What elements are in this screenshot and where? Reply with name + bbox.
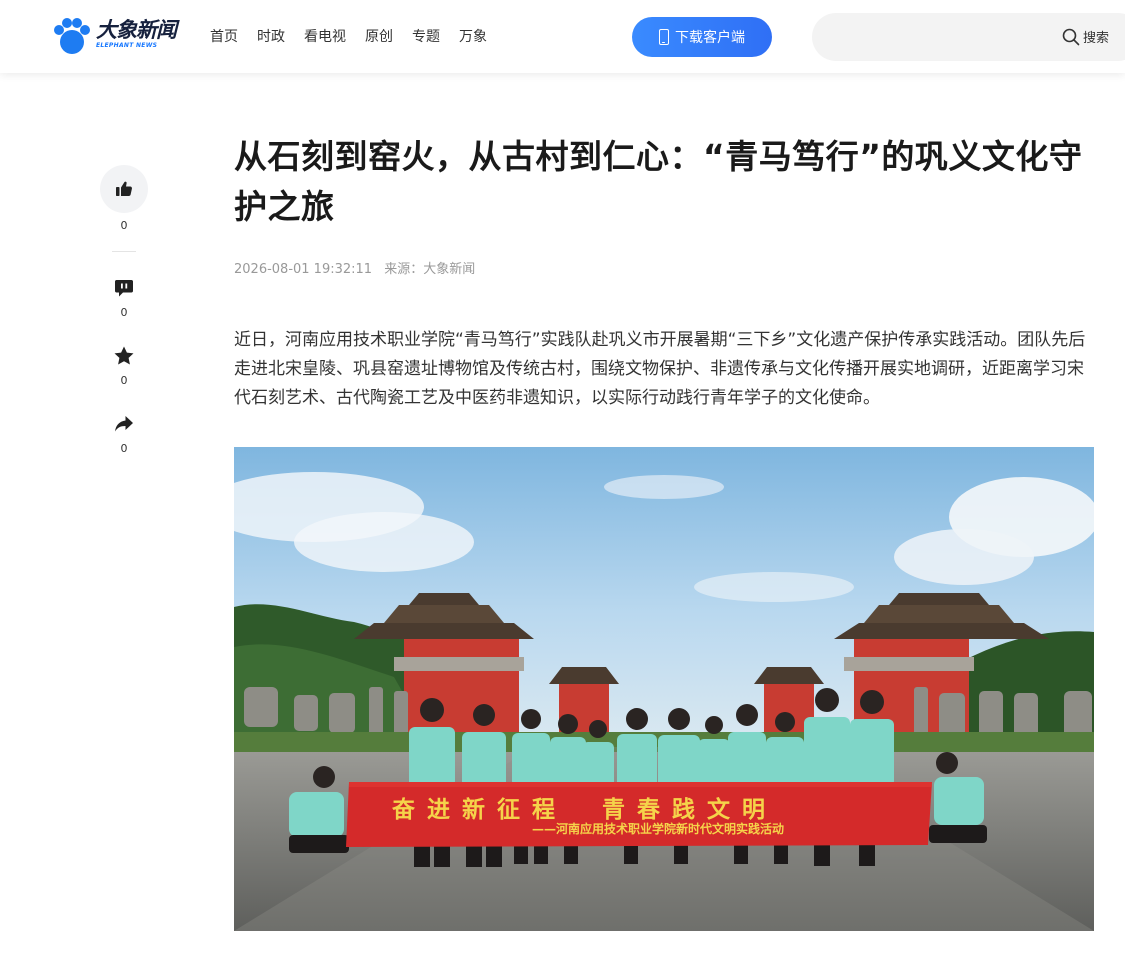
phone-icon: [659, 29, 669, 45]
search-button[interactable]: 搜索: [1062, 27, 1109, 46]
banner-main-text: 奋进新征程 青春践文明: [392, 796, 777, 823]
share-button[interactable]: [100, 408, 148, 440]
search-label: 搜索: [1083, 31, 1110, 46]
nav-item-home[interactable]: 首页: [210, 27, 238, 47]
download-label: 下载客户端: [675, 30, 745, 46]
star-icon: [114, 346, 134, 365]
top-header: 大象新闻 ELEPHANT NEWS 首页 时政 看电视 原创 专题 万象 下载…: [0, 0, 1125, 73]
share-icon: [115, 416, 133, 432]
article-source: 来源：大象新闻: [384, 262, 476, 277]
site-logo[interactable]: 大象新闻 ELEPHANT NEWS: [52, 16, 177, 56]
article-title: 从石刻到窑火，从古村到仁心：“青马笃行”的巩义文化守护之旅: [234, 137, 1083, 226]
article-paragraph: 近日，河南应用技术职业学院“青马笃行”实践队赴巩义市开展暑期“三下乡”文化遗产保…: [234, 330, 1086, 408]
like-button[interactable]: [100, 165, 148, 213]
search-input[interactable]: [830, 23, 1060, 51]
publish-datetime: 2026-08-01 19:32:11: [234, 262, 373, 277]
thumbs-up-icon: [116, 181, 132, 196]
share-count: 0: [120, 442, 128, 455]
nav-item-wanxiang[interactable]: 万象: [459, 27, 487, 47]
logo-wordmark: 大象新闻: [96, 18, 177, 42]
logo-english: ELEPHANT NEWS: [96, 42, 158, 49]
main-nav: 首页 时政 看电视 原创 专题 万象: [210, 27, 506, 47]
nav-item-tv[interactable]: 看电视: [304, 27, 346, 47]
favorite-button[interactable]: [100, 340, 148, 372]
favorite-count: 0: [120, 374, 128, 387]
search-box: 搜索: [812, 13, 1125, 61]
comment-count: 0: [120, 306, 128, 319]
group-photo-illustration: [234, 447, 1094, 931]
article-photo: 奋进新征程 青春践文明 ——河南应用技术职业学院新时代文明实践活动: [234, 447, 1094, 931]
search-icon: [1062, 28, 1080, 45]
nav-item-original[interactable]: 原创: [365, 27, 393, 47]
comment-icon: [115, 280, 133, 297]
banner-sub-text: ——河南应用技术职业学院新时代文明实践活动: [532, 822, 785, 836]
article-meta: 2026-08-01 19:32:11 来源：大象新闻: [234, 258, 483, 277]
download-app-button[interactable]: 下载客户端: [632, 17, 772, 57]
nav-item-politics[interactable]: 时政: [257, 27, 285, 47]
side-divider: [112, 251, 136, 252]
nav-item-special[interactable]: 专题: [412, 27, 440, 47]
comment-button[interactable]: [100, 272, 148, 304]
like-count: 0: [120, 219, 128, 232]
paw-logo-icon: [54, 18, 90, 54]
side-action-bar: 0 0 0 0: [100, 165, 148, 456]
